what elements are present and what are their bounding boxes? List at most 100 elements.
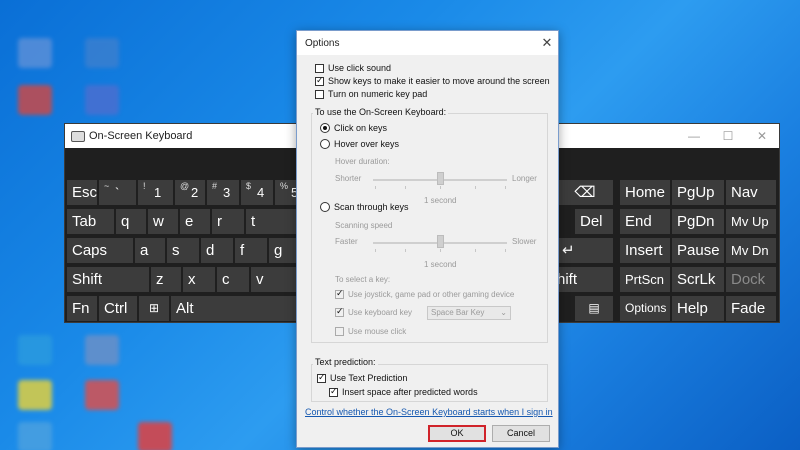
key-pgdn[interactable]: PgDn bbox=[672, 209, 724, 234]
checkbox-icon[interactable] bbox=[335, 288, 344, 299]
key-d[interactable]: d bbox=[201, 238, 233, 263]
key-z[interactable]: z bbox=[151, 267, 181, 292]
key-scrlk[interactable]: ScrLk bbox=[672, 267, 724, 292]
checkbox-icon[interactable] bbox=[315, 89, 324, 99]
minimize-icon[interactable]: — bbox=[677, 129, 711, 143]
desktop-icon[interactable] bbox=[138, 422, 172, 450]
insert-space-checkbox[interactable]: Insert space after predicted words bbox=[329, 386, 478, 397]
hover-shorter-label: Shorter bbox=[335, 174, 362, 183]
use-joystick-checkbox[interactable]: Use joystick, game pad or other gaming d… bbox=[335, 288, 514, 299]
key-e[interactable]: e bbox=[180, 209, 210, 234]
key-home[interactable]: Home bbox=[620, 180, 670, 205]
use-keyboard-key-checkbox[interactable]: Use keyboard key bbox=[335, 306, 413, 317]
key-f[interactable]: f bbox=[235, 238, 267, 263]
use-mouse-click-checkbox[interactable]: Use mouse click bbox=[335, 327, 406, 336]
key-caps[interactable]: Caps bbox=[67, 238, 133, 263]
checkbox-label: Use keyboard key bbox=[348, 308, 413, 317]
checkbox-icon[interactable] bbox=[335, 306, 344, 317]
windows-key[interactable]: ⊞ bbox=[139, 296, 169, 321]
checkbox-icon[interactable] bbox=[335, 327, 344, 336]
slider-tick bbox=[440, 249, 441, 252]
close-icon[interactable]: ✕ bbox=[745, 129, 779, 143]
radio-icon[interactable] bbox=[320, 202, 330, 212]
key-shift-right[interactable]: hift bbox=[557, 267, 613, 292]
key-mv-up[interactable]: Mv Up bbox=[726, 209, 776, 234]
desktop-icon[interactable] bbox=[18, 335, 52, 365]
key-fn[interactable]: Fn bbox=[67, 296, 97, 321]
key-ctrl[interactable]: Ctrl bbox=[99, 296, 137, 321]
key-1[interactable]: ! 1 bbox=[138, 180, 173, 205]
desktop-icon[interactable] bbox=[85, 380, 119, 410]
use-text-prediction-checkbox[interactable]: Use Text Prediction bbox=[317, 372, 408, 383]
key-pause[interactable]: Pause bbox=[672, 238, 724, 263]
key-nav[interactable]: Nav bbox=[726, 180, 776, 205]
key-a[interactable]: a bbox=[135, 238, 165, 263]
desktop-icon[interactable] bbox=[18, 380, 52, 410]
key-2[interactable]: @2 bbox=[175, 180, 205, 205]
key-insert[interactable]: Insert bbox=[620, 238, 670, 263]
checkbox-label: Use Text Prediction bbox=[330, 373, 408, 383]
select-key-label: To select a key: bbox=[335, 275, 391, 284]
key-4[interactable]: $4 bbox=[241, 180, 273, 205]
key-c[interactable]: c bbox=[217, 267, 249, 292]
key-pgup[interactable]: PgUp bbox=[672, 180, 724, 205]
key-t[interactable]: t bbox=[246, 209, 297, 234]
key-shift-left[interactable]: Shift bbox=[67, 267, 149, 292]
key-dock[interactable]: Dock bbox=[726, 267, 776, 292]
key-g[interactable]: g bbox=[269, 238, 297, 263]
desktop-icon[interactable] bbox=[18, 38, 52, 68]
key-tilde[interactable]: ~ ` bbox=[99, 180, 136, 205]
key-w[interactable]: w bbox=[148, 209, 178, 234]
slider-tick bbox=[505, 186, 506, 189]
checkbox-icon[interactable] bbox=[315, 75, 324, 86]
key-v[interactable]: v bbox=[251, 267, 297, 292]
checkbox-icon[interactable] bbox=[317, 372, 326, 383]
key-end[interactable]: End bbox=[620, 209, 670, 234]
slider-thumb[interactable] bbox=[437, 235, 444, 248]
options-key[interactable]: Options bbox=[620, 296, 670, 321]
slider-thumb[interactable] bbox=[437, 172, 444, 185]
key-fade[interactable]: Fade bbox=[726, 296, 776, 321]
startup-control-link[interactable]: Control whether the On-Screen Keyboard s… bbox=[305, 407, 553, 417]
key-alt[interactable]: Alt bbox=[171, 296, 297, 321]
key-x[interactable]: x bbox=[183, 267, 215, 292]
key-5[interactable]: % 5 bbox=[275, 180, 297, 205]
desktop-icon[interactable] bbox=[18, 422, 52, 450]
key-q[interactable]: q bbox=[116, 209, 146, 234]
desktop-icon[interactable] bbox=[85, 335, 119, 365]
radio-icon[interactable] bbox=[320, 123, 330, 133]
desktop-icon[interactable] bbox=[18, 85, 52, 115]
options-dialog: Options ✕ Use click sound Show keys to m… bbox=[296, 30, 559, 448]
hover-over-keys-radio[interactable]: Hover over keys bbox=[320, 139, 399, 149]
radio-icon[interactable] bbox=[320, 139, 330, 149]
desktop-icon[interactable] bbox=[85, 38, 119, 68]
ok-button[interactable]: OK bbox=[428, 425, 486, 442]
key-tab[interactable]: Tab bbox=[67, 209, 114, 234]
numeric-keypad-checkbox[interactable]: Turn on numeric key pad bbox=[315, 89, 427, 99]
use-click-sound-checkbox[interactable]: Use click sound bbox=[315, 63, 391, 73]
enter-key[interactable]: ↵ bbox=[557, 238, 613, 263]
checkbox-icon[interactable] bbox=[329, 386, 338, 397]
key-help[interactable]: Help bbox=[672, 296, 724, 321]
desktop-icon[interactable] bbox=[85, 85, 119, 115]
backspace-key[interactable]: ⌫ bbox=[557, 180, 613, 205]
keyboard-key-select[interactable]: Space Bar Key ⌄ bbox=[427, 306, 511, 320]
key-esc[interactable]: Esc bbox=[67, 180, 97, 205]
key-mv-dn[interactable]: Mv Dn bbox=[726, 238, 776, 263]
checkbox-icon[interactable] bbox=[315, 63, 324, 73]
slider-tick bbox=[375, 249, 376, 252]
close-icon[interactable]: ✕ bbox=[536, 35, 558, 51]
key-prtscn[interactable]: PrtScn bbox=[620, 267, 670, 292]
key-r[interactable]: r bbox=[212, 209, 244, 234]
key-s[interactable]: s bbox=[167, 238, 199, 263]
osk-title: On-Screen Keyboard bbox=[89, 130, 193, 142]
click-on-keys-radio[interactable]: Click on keys bbox=[320, 123, 387, 133]
cancel-button[interactable]: Cancel bbox=[492, 425, 550, 442]
maximize-icon[interactable]: ☐ bbox=[711, 129, 745, 143]
show-keys-checkbox[interactable]: Show keys to make it easier to move arou… bbox=[315, 75, 550, 86]
menu-key[interactable]: ▤ bbox=[575, 296, 613, 321]
key-del[interactable]: Del bbox=[575, 209, 613, 234]
scan-through-keys-radio[interactable]: Scan through keys bbox=[320, 202, 409, 212]
radio-label: Scan through keys bbox=[334, 202, 409, 212]
key-3[interactable]: #3 bbox=[207, 180, 239, 205]
